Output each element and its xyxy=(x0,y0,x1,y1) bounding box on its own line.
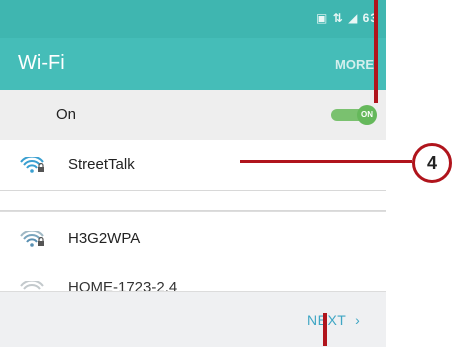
callout-badge: 4 xyxy=(412,143,452,183)
app-bar: Wi-Fi MORE xyxy=(0,38,386,90)
page-title: Wi-Fi xyxy=(18,52,65,74)
network-name: StreetTalk xyxy=(68,156,135,173)
wifi-settings-bottom-panel: H3G2WPA HOME-1723-2.4 NEXT › xyxy=(0,210,386,347)
wifi-toggle-switch[interactable]: ON xyxy=(331,105,377,125)
more-button[interactable]: MORE xyxy=(335,57,374,72)
status-bar: ▣ ⇅ ◢ 63 xyxy=(0,0,386,38)
callout-line-top xyxy=(374,0,378,103)
network-name: HOME-1723-2.4 xyxy=(68,279,178,291)
callout-line-4 xyxy=(240,160,412,163)
wifi-icon xyxy=(20,281,44,290)
network-name: H3G2WPA xyxy=(68,230,141,247)
network-item-home[interactable]: HOME-1723-2.4 xyxy=(0,265,386,291)
bottom-bar: NEXT › xyxy=(0,291,386,347)
callout-line-bottom xyxy=(323,313,327,346)
status-icons: ▣ ⇅ ◢ 63 xyxy=(316,11,378,25)
chevron-right-icon: › xyxy=(346,312,361,328)
wifi-lock-icon xyxy=(20,157,44,173)
wifi-on-label: On xyxy=(56,106,77,123)
network-item-streettalk[interactable]: StreetTalk xyxy=(0,140,386,190)
next-button[interactable]: NEXT › xyxy=(307,312,360,328)
network-item-h3g2wpa[interactable]: H3G2WPA xyxy=(0,211,386,266)
toggle-thumb: ON xyxy=(357,105,377,125)
wifi-on-row[interactable]: On ON xyxy=(0,90,386,140)
wifi-lock-icon xyxy=(20,231,44,247)
